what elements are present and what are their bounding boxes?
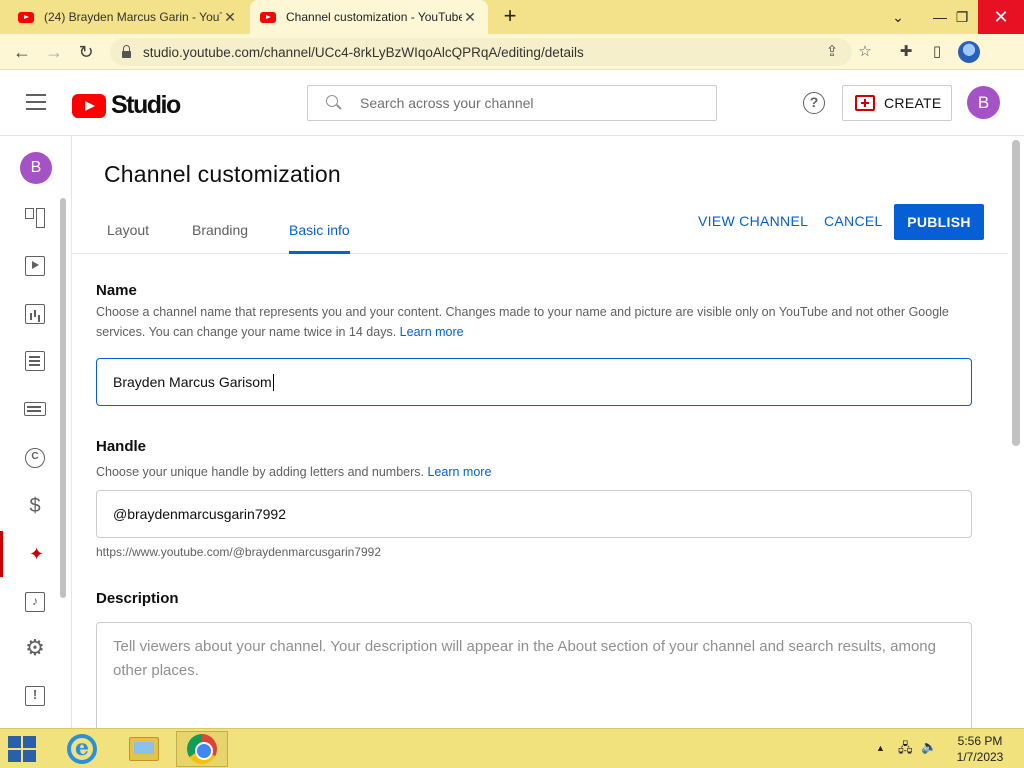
description-textarea[interactable]: Tell viewers about your channel. Your de…: [96, 622, 972, 728]
content-icon: [25, 256, 45, 276]
bookmark-star-icon[interactable]: ☆: [855, 38, 875, 66]
page-title: Channel customization: [104, 161, 341, 187]
tab-layout[interactable]: Layout: [107, 222, 149, 251]
tab-search-chevron-icon[interactable]: ⌄: [880, 0, 916, 34]
tab-title: (24) Brayden Marcus Garin - YouT: [44, 10, 222, 24]
comments-icon: [25, 351, 45, 371]
customization-wand-icon: ✦: [28, 544, 45, 564]
clock-time: 5:56 PM: [957, 734, 1003, 748]
youtube-logo-icon: [72, 93, 106, 118]
tab-branding[interactable]: Branding: [192, 222, 248, 251]
taskbar-internet-explorer[interactable]: e: [56, 731, 108, 767]
studio-header: Studio ? CREATE B: [0, 70, 1024, 136]
windows-taskbar: e ▲ 🖧 🔈 5:56 PM 1/7/2023: [0, 728, 1024, 768]
handle-value: @braydenmarcusgarin7992: [113, 506, 286, 522]
help-icon[interactable]: ?: [803, 92, 825, 114]
browser-tab-channel[interactable]: (24) Brayden Marcus Garin - YouT ✕: [8, 0, 248, 34]
feedback-icon: !: [25, 686, 45, 706]
file-explorer-folder-icon: [129, 737, 159, 761]
main-content: Channel customization Layout Branding Ba…: [72, 136, 1024, 728]
youtube-favicon-icon: [260, 11, 276, 23]
nav-scrollbar[interactable]: [60, 198, 66, 598]
internet-explorer-icon: e: [67, 734, 97, 764]
url-bar[interactable]: studio.youtube.com/channel/UCc4-8rkLyBzW…: [110, 38, 872, 66]
handle-section-description: Choose your unique handle by adding lett…: [96, 462, 956, 482]
create-video-icon: [855, 95, 875, 111]
channel-avatar[interactable]: B: [20, 152, 52, 184]
reload-icon[interactable]: ↻: [74, 40, 98, 64]
handle-section-title: Handle: [96, 438, 147, 455]
browser-profile-avatar[interactable]: [958, 41, 980, 63]
text-caret: [272, 373, 274, 391]
tab-basic-info[interactable]: Basic info: [289, 222, 350, 254]
channel-name-value: Brayden Marcus Garisom: [113, 374, 272, 390]
search-icon: [326, 95, 342, 111]
cancel-button[interactable]: CANCEL: [824, 213, 883, 229]
system-clock[interactable]: 5:56 PM 1/7/2023: [950, 733, 1010, 765]
dashboard-icon: [25, 208, 45, 228]
back-arrow-icon[interactable]: ←: [10, 40, 34, 64]
analytics-icon: [25, 304, 45, 324]
channel-search-box[interactable]: [307, 85, 717, 121]
page-scrollbar[interactable]: [1012, 140, 1020, 446]
windows-start-icon[interactable]: [8, 736, 38, 762]
network-icon[interactable]: 🖧: [898, 739, 913, 761]
url-text: studio.youtube.com/channel/UCc4-8rkLyBzW…: [143, 44, 584, 60]
settings-gear-icon: ⚙: [25, 635, 45, 660]
logo-text: Studio: [111, 91, 181, 119]
create-button[interactable]: CREATE: [842, 85, 952, 121]
name-description-text: Choose a channel name that represents yo…: [96, 305, 949, 339]
name-learn-more-link[interactable]: Learn more: [400, 325, 464, 339]
close-tab-icon[interactable]: ✕: [462, 9, 478, 26]
browser-tab-strip: (24) Brayden Marcus Garin - YouT ✕ Chann…: [0, 0, 1024, 34]
extensions-puzzle-icon[interactable]: ✚: [894, 40, 918, 64]
close-tab-icon[interactable]: ✕: [222, 9, 238, 26]
nav-feedback[interactable]: !: [0, 673, 70, 719]
restore-button[interactable]: ❐: [944, 0, 980, 34]
view-channel-button[interactable]: VIEW CHANNEL: [698, 213, 808, 229]
taskbar-file-explorer[interactable]: [118, 731, 170, 767]
chrome-icon: [187, 734, 217, 764]
clock-date: 1/7/2023: [956, 750, 1004, 764]
create-label: CREATE: [884, 95, 942, 111]
handle-learn-more-link[interactable]: Learn more: [427, 465, 491, 479]
handle-input[interactable]: @braydenmarcusgarin7992: [96, 490, 972, 538]
volume-icon[interactable]: 🔈: [921, 739, 937, 755]
nav-settings[interactable]: ⚙: [0, 625, 70, 671]
tab-title: Channel customization - YouTube: [286, 10, 462, 24]
search-input[interactable]: [360, 95, 700, 111]
channel-name-input[interactable]: Brayden Marcus Garisom: [96, 358, 972, 406]
new-tab-button[interactable]: +: [498, 4, 522, 28]
audio-library-icon: ♪: [25, 592, 45, 612]
side-panel-icon[interactable]: ▯: [925, 40, 949, 64]
description-section-title: Description: [96, 590, 179, 607]
share-icon[interactable]: ⇪: [822, 38, 842, 66]
handle-url: https://www.youtube.com/@braydenmarcusga…: [96, 545, 381, 559]
left-navigation: B C $ ✦ ♪ ⚙ !: [0, 136, 72, 728]
close-window-button[interactable]: ✕: [978, 0, 1024, 34]
lock-icon: [122, 44, 131, 58]
address-bar-row: ← → ↻ studio.youtube.com/channel/UCc4-8r…: [0, 34, 1024, 70]
earn-dollar-icon: $: [29, 495, 41, 517]
tray-expand-icon[interactable]: ▲: [876, 743, 885, 753]
name-section-title: Name: [96, 282, 137, 299]
taskbar-chrome[interactable]: [176, 731, 228, 767]
copyright-icon: C: [25, 448, 45, 468]
studio-logo[interactable]: Studio: [72, 91, 181, 120]
browser-tab-customization[interactable]: Channel customization - YouTube ✕: [250, 0, 488, 34]
youtube-favicon-icon: [18, 11, 34, 23]
handle-description-text: Choose your unique handle by adding lett…: [96, 465, 424, 479]
publish-button[interactable]: PUBLISH: [894, 204, 984, 240]
forward-arrow-icon[interactable]: →: [42, 40, 66, 64]
menu-hamburger-icon[interactable]: [26, 94, 46, 110]
account-avatar[interactable]: B: [967, 86, 1000, 119]
name-section-description: Choose a channel name that represents yo…: [96, 302, 956, 342]
subtitles-icon: [24, 402, 46, 416]
